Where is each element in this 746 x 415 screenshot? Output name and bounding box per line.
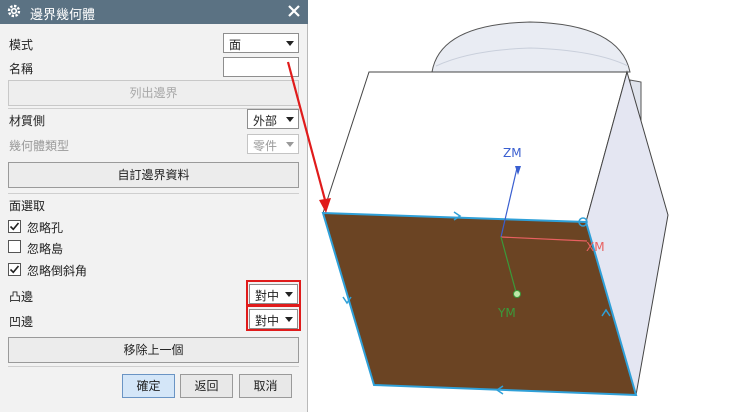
ok-button[interactable]: 確定 xyxy=(122,374,175,398)
geometry-type-label: 幾何體類型 xyxy=(9,139,70,153)
z-axis-label: ZM xyxy=(503,146,522,160)
mode-value: 面 xyxy=(229,38,242,52)
remove-previous-button[interactable]: 移除上一個 xyxy=(8,337,299,363)
list-boundary-button[interactable]: 列出邊界 xyxy=(8,80,299,106)
ignore-islands-label: 忽略島 xyxy=(27,242,64,256)
convex-edge-label: 凸邊 xyxy=(9,290,34,304)
title-bar[interactable]: 邊界幾何體 xyxy=(0,0,308,24)
checkmark-icon xyxy=(9,222,20,231)
name-input[interactable] xyxy=(223,57,299,77)
chevron-down-icon xyxy=(286,41,294,46)
convex-edge-value: 對中 xyxy=(255,289,280,303)
close-icon[interactable] xyxy=(286,3,302,19)
material-side-select[interactable]: 外部 xyxy=(247,109,299,129)
face-selection-label: 面選取 xyxy=(9,199,46,213)
mode-select[interactable]: 面 xyxy=(223,33,299,53)
chevron-down-icon xyxy=(286,142,294,147)
cylinder-top xyxy=(431,21,631,73)
ignore-islands-checkbox[interactable] xyxy=(8,240,21,253)
back-button[interactable]: 返回 xyxy=(180,374,233,398)
custom-boundary-data-button[interactable]: 自訂邊界資料 xyxy=(8,162,299,188)
ignore-chamfers-label: 忽略倒斜角 xyxy=(27,264,88,278)
material-side-label: 材質側 xyxy=(9,114,46,128)
concave-edge-select[interactable]: 對中 xyxy=(249,309,298,329)
gear-icon xyxy=(7,4,21,18)
dialog-title: 邊界幾何體 xyxy=(30,8,96,23)
mode-label: 模式 xyxy=(9,38,34,52)
material-side-value: 外部 xyxy=(253,114,278,128)
chevron-down-icon xyxy=(286,117,294,122)
checkmark-icon xyxy=(9,265,20,274)
cube-top-face xyxy=(322,71,628,223)
boundary-geometry-dialog: 邊界幾何體 模式 面 名稱 列出邊界 材質側 外部 幾何體類型 零件 自訂邊界資… xyxy=(0,0,308,412)
ignore-chamfers-checkbox[interactable] xyxy=(8,263,21,276)
geometry-type-value: 零件 xyxy=(253,139,278,153)
convex-edge-select[interactable]: 對中 xyxy=(249,284,298,304)
name-label: 名稱 xyxy=(9,62,34,76)
ignore-holes-label: 忽略孔 xyxy=(27,221,64,235)
geometry-type-select[interactable]: 零件 xyxy=(247,134,299,154)
ignore-holes-checkbox[interactable] xyxy=(8,220,21,233)
concave-edge-label: 凹邊 xyxy=(9,315,34,329)
model-view[interactable]: ZM XM YM xyxy=(309,0,746,412)
y-axis-label: YM xyxy=(497,306,516,320)
cancel-button[interactable]: 取消 xyxy=(239,374,292,398)
chevron-down-icon xyxy=(285,317,293,322)
graphics-viewport[interactable]: ZM XM YM xyxy=(309,0,746,412)
chevron-down-icon xyxy=(285,292,293,297)
concave-edge-value: 對中 xyxy=(255,314,280,328)
x-axis-label: XM xyxy=(586,240,605,254)
